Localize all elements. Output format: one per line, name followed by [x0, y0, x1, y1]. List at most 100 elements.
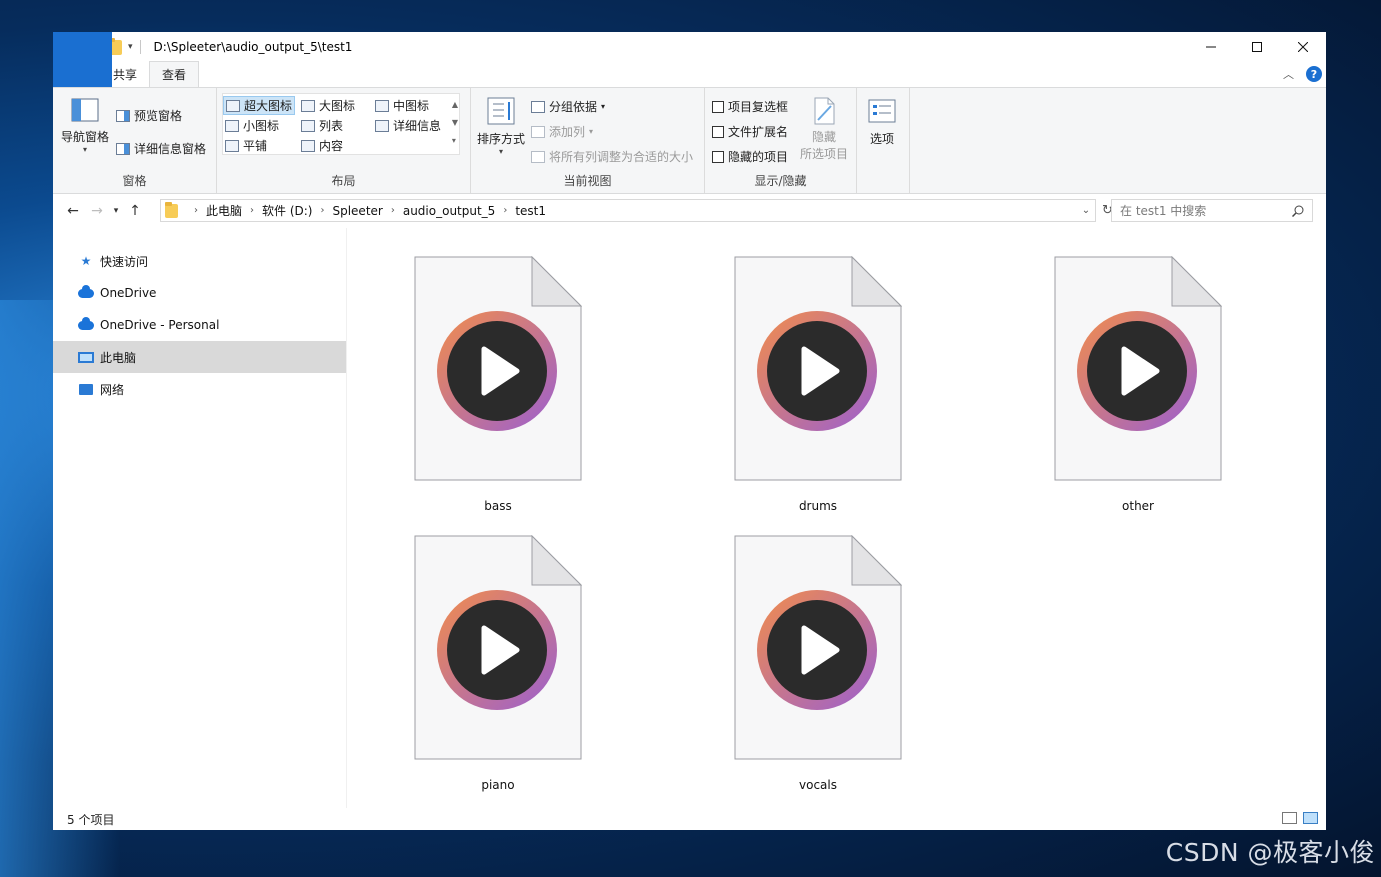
- large-icons-icon: [301, 99, 315, 112]
- layout-large-icons[interactable]: 大图标: [299, 96, 357, 115]
- pane-group: 导航窗格 ▾ 预览窗格 详细信息窗格 窗格: [53, 88, 217, 193]
- current-view-group-label: 当前视图: [563, 174, 612, 188]
- details-pane-label: 详细信息窗格: [134, 142, 207, 156]
- file-item[interactable]: vocals: [723, 534, 913, 797]
- sidebar-item-onedrive[interactable]: OneDrive: [53, 277, 346, 309]
- tab-file[interactable]: 文件: [53, 32, 112, 87]
- scroll-down-icon[interactable]: ▼: [452, 114, 458, 132]
- search-box[interactable]: 在 test1 中搜索: [1111, 199, 1313, 222]
- maximize-button[interactable]: [1234, 32, 1280, 62]
- group-by-label: 分组依据: [549, 100, 598, 114]
- file-item[interactable]: bass: [403, 255, 593, 518]
- customize-toolbar-icon[interactable]: ▾: [128, 42, 133, 52]
- breadcrumb-audio-output[interactable]: audio_output_5: [403, 204, 495, 218]
- sidebar-item-network[interactable]: 网络: [53, 373, 346, 405]
- status-bar: 5 个项目: [53, 808, 1326, 830]
- preview-pane-button[interactable]: 预览窗格: [116, 107, 182, 124]
- file-item[interactable]: other: [1043, 255, 1233, 518]
- add-column-label: 添加列: [549, 125, 586, 139]
- ribbon: 导航窗格 ▾ 预览窗格 详细信息窗格 窗格 超大图标 大图标 中图标 小图标 列…: [53, 87, 1326, 194]
- add-column-icon: [531, 125, 545, 138]
- nav-pane-button[interactable]: 导航窗格 ▾: [61, 98, 109, 154]
- up-arrow-icon[interactable]: ↑: [123, 199, 147, 223]
- audio-file-icon: [1054, 255, 1223, 481]
- file-item[interactable]: drums: [723, 255, 913, 518]
- layout-content[interactable]: 内容: [299, 136, 345, 155]
- collapse-ribbon-icon[interactable]: ︿: [1283, 66, 1294, 82]
- checkbox[interactable]: [712, 100, 724, 113]
- toolbar-separator: [139, 40, 141, 54]
- layout-extra-large-icons[interactable]: 超大图标: [223, 96, 295, 115]
- tiles-icon: [225, 139, 239, 152]
- checkbox[interactable]: [712, 150, 724, 163]
- layout-label: 详细信息: [393, 119, 442, 133]
- item-checkboxes-toggle[interactable]: 项目复选框: [712, 98, 788, 115]
- show-hide-group: 项目复选框 文件扩展名 隐藏的项目 隐藏 所选项目 显示/隐藏: [705, 88, 857, 193]
- breadcrumb-chevron-icon[interactable]: ›: [503, 205, 507, 216]
- breadcrumb-chevron-icon[interactable]: ›: [250, 205, 254, 216]
- item-checkboxes-label: 项目复选框: [728, 100, 789, 114]
- breadcrumb-spleeter[interactable]: Spleeter: [332, 204, 382, 218]
- details-view-icon[interactable]: [1282, 812, 1297, 824]
- layout-details[interactable]: 详细信息: [373, 116, 443, 135]
- title-bar: ✓ ▾ D:\Spleeter\audio_output_5\test1: [53, 32, 1326, 62]
- hide-selected-button[interactable]: 隐藏 所选项目: [800, 96, 848, 162]
- layout-scroll[interactable]: ▲ ▼ ▾: [452, 96, 458, 150]
- audio-file-icon: [414, 255, 583, 481]
- minimize-icon: [1206, 46, 1216, 48]
- breadcrumb-chevron-icon[interactable]: ›: [194, 205, 198, 216]
- show-hide-group-label: 显示/隐藏: [754, 174, 807, 188]
- layout-list[interactable]: 列表: [299, 116, 345, 135]
- nav-pane-icon: [71, 98, 99, 122]
- sort-by-label: 排序方式: [477, 132, 526, 146]
- add-column-button[interactable]: 添加列 ▾: [531, 123, 593, 140]
- fit-columns-button[interactable]: 将所有列调整为合适的大小: [531, 148, 693, 165]
- file-item[interactable]: piano: [403, 534, 593, 797]
- layout-medium-icons[interactable]: 中图标: [373, 96, 431, 115]
- file-extensions-toggle[interactable]: 文件扩展名: [712, 123, 788, 140]
- layout-tiles[interactable]: 平铺: [223, 136, 269, 155]
- close-button[interactable]: [1280, 32, 1326, 62]
- tab-view[interactable]: 查看: [149, 61, 200, 87]
- breadcrumb-drive[interactable]: 软件 (D:): [262, 202, 312, 219]
- address-row: ← → ▾ ↑ › 此电脑 › 软件 (D:) › Spleeter › aud…: [53, 194, 1326, 228]
- breadcrumb-chevron-icon[interactable]: ›: [391, 205, 395, 216]
- scroll-up-icon[interactable]: ▲: [452, 96, 458, 114]
- forward-arrow-icon[interactable]: →: [85, 199, 109, 223]
- breadcrumb-this-pc[interactable]: 此电脑: [206, 202, 242, 219]
- expand-gallery-icon[interactable]: ▾: [452, 132, 458, 150]
- options-button[interactable]: 选项: [867, 98, 897, 147]
- recent-locations-icon[interactable]: ▾: [109, 199, 123, 223]
- hide-selected-label-1: 隐藏: [812, 130, 837, 144]
- back-arrow-icon[interactable]: ←: [61, 199, 85, 223]
- hidden-items-toggle[interactable]: 隐藏的项目: [712, 148, 788, 165]
- details-pane-button[interactable]: 详细信息窗格: [116, 140, 206, 157]
- sidebar-item-quick-access[interactable]: ★ 快速访问: [53, 245, 346, 277]
- window-controls: [1188, 32, 1326, 62]
- navigation-pane: ★ 快速访问 OneDrive OneDrive - Personal 此电脑 …: [53, 228, 347, 808]
- sidebar-item-onedrive-personal[interactable]: OneDrive - Personal: [53, 309, 346, 341]
- sort-by-button[interactable]: 排序方式 ▾: [477, 96, 525, 156]
- preview-pane-icon: [116, 109, 130, 122]
- address-history-icon[interactable]: ⌄: [1077, 205, 1095, 216]
- audio-file-icon: [734, 255, 903, 481]
- layout-label: 小图标: [243, 119, 280, 133]
- address-bar[interactable]: › 此电脑 › 软件 (D:) › Spleeter › audio_outpu…: [160, 199, 1096, 222]
- checkbox[interactable]: [712, 125, 724, 138]
- breadcrumb-test1[interactable]: test1: [515, 204, 546, 218]
- layout-label: 超大图标: [243, 99, 292, 113]
- search-icon: [1292, 205, 1304, 217]
- current-view-group: 排序方式 ▾ 分组依据 ▾ 添加列 ▾ 将所有列调整为合适的大小 当前视图: [471, 88, 705, 193]
- options-group: 选项: [857, 88, 910, 193]
- help-icon[interactable]: ?: [1306, 66, 1322, 82]
- breadcrumb-chevron-icon[interactable]: ›: [320, 205, 324, 216]
- layout-small-icons[interactable]: 小图标: [223, 116, 281, 135]
- sidebar-item-this-pc[interactable]: 此电脑: [53, 341, 346, 373]
- nav-pane-label: 导航窗格: [61, 130, 110, 144]
- large-icons-view-icon[interactable]: [1303, 812, 1318, 824]
- layout-group-label: 布局: [331, 174, 356, 188]
- layout-label: 内容: [319, 139, 344, 153]
- group-by-button[interactable]: 分组依据 ▾: [531, 98, 605, 115]
- maximize-icon: [1252, 42, 1262, 52]
- minimize-button[interactable]: [1188, 32, 1234, 62]
